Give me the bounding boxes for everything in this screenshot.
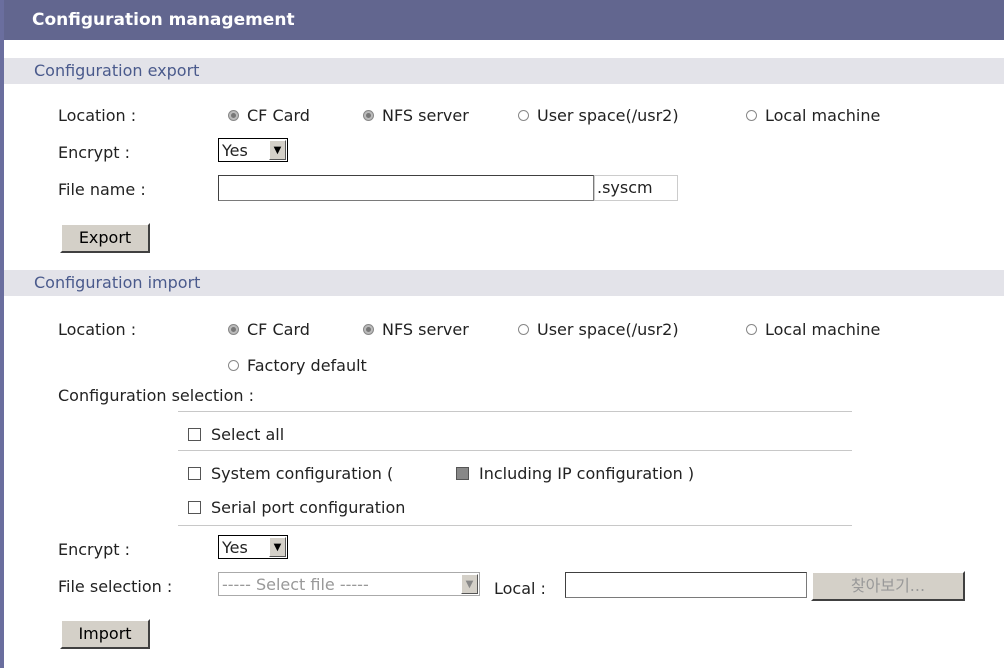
file-selection-label: File selection :: [58, 577, 173, 596]
import-encrypt-select[interactable]: Yes ▼: [218, 535, 288, 559]
import-location-label: Location :: [58, 320, 137, 339]
export-location-label: Location :: [58, 106, 137, 125]
select-all-checkbox[interactable]: Select all: [188, 425, 284, 444]
checkbox-icon: [188, 467, 201, 480]
chevron-down-icon: ▼: [269, 140, 286, 160]
chevron-down-icon: ▼: [461, 574, 478, 594]
system-config-checkbox[interactable]: System configuration (: [188, 464, 393, 483]
export-section-header: Configuration export: [4, 58, 1004, 84]
including-ip-checkbox[interactable]: Including IP configuration ): [456, 464, 694, 483]
import-radio-user-space[interactable]: User space(/usr2): [518, 320, 679, 339]
radio-icon: [363, 324, 374, 335]
file-select-dropdown[interactable]: ----- Select file ----- ▼: [218, 572, 480, 596]
export-radio-nfs-server[interactable]: NFS server: [363, 106, 469, 125]
local-label: Local :: [494, 579, 546, 598]
import-radio-factory-default[interactable]: Factory default: [228, 356, 367, 375]
export-radio-user-space[interactable]: User space(/usr2): [518, 106, 679, 125]
page-title: Configuration management: [4, 0, 1004, 40]
export-encrypt-label: Encrypt :: [58, 143, 130, 162]
local-file-input[interactable]: [565, 572, 807, 598]
export-radio-cf-card[interactable]: CF Card: [228, 106, 310, 125]
browse-button[interactable]: 찾아보기...: [811, 571, 965, 601]
radio-icon: [228, 360, 239, 371]
export-button[interactable]: Export: [60, 223, 150, 253]
import-radio-cf-card[interactable]: CF Card: [228, 320, 310, 339]
radio-icon: [363, 110, 374, 121]
export-radio-local-machine[interactable]: Local machine: [746, 106, 880, 125]
chevron-down-icon: ▼: [269, 537, 286, 557]
radio-icon: [228, 324, 239, 335]
checkbox-icon: [188, 428, 201, 441]
radio-icon: [228, 110, 239, 121]
import-radio-local-machine[interactable]: Local machine: [746, 320, 880, 339]
export-filename-label: File name :: [58, 180, 146, 199]
export-filename-input[interactable]: [218, 175, 594, 201]
checkbox-icon: [456, 467, 469, 480]
divider: [178, 411, 852, 412]
import-encrypt-label: Encrypt :: [58, 540, 130, 559]
export-encrypt-select[interactable]: Yes ▼: [218, 138, 288, 162]
import-button[interactable]: Import: [60, 619, 150, 649]
radio-icon: [518, 110, 529, 121]
radio-icon: [746, 324, 757, 335]
checkbox-icon: [188, 501, 201, 514]
serial-port-config-checkbox[interactable]: Serial port configuration: [188, 498, 405, 517]
filename-suffix: .syscm: [594, 175, 678, 201]
import-section-header: Configuration import: [4, 270, 1004, 296]
divider: [178, 525, 852, 526]
radio-icon: [746, 110, 757, 121]
import-radio-nfs-server[interactable]: NFS server: [363, 320, 469, 339]
divider: [178, 450, 852, 451]
config-selection-label: Configuration selection :: [58, 386, 254, 405]
radio-icon: [518, 324, 529, 335]
